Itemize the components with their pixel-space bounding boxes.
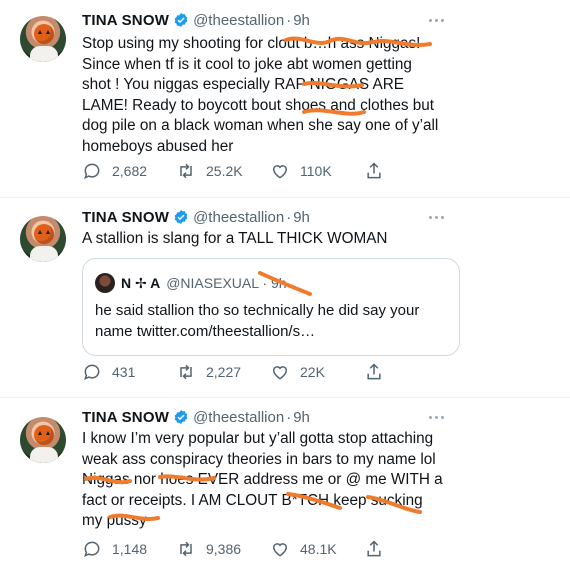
timestamp[interactable]: 9h — [293, 209, 310, 226]
reply-button[interactable]: 1,148 — [82, 537, 147, 561]
timestamp[interactable]: 9h — [293, 12, 310, 29]
more-icon[interactable] — [426, 207, 446, 227]
tweet-text: A stallion is slang for a TALL THICK WOM… — [82, 230, 388, 247]
retweet-button[interactable]: 9,386 — [176, 537, 241, 561]
avatar[interactable] — [20, 216, 66, 262]
avatar[interactable] — [20, 417, 66, 463]
more-icon[interactable] — [426, 10, 446, 30]
timestamp[interactable]: 9h — [293, 409, 310, 426]
separator-dot: · — [286, 11, 292, 29]
action-bar: 2,682 25.2K 110K — [82, 159, 402, 183]
share-button[interactable] — [364, 537, 394, 561]
reply-button[interactable]: 2,682 — [82, 159, 147, 183]
author-name[interactable]: TINA SNOW — [82, 209, 169, 226]
action-bar: 431 2,227 22K — [82, 360, 402, 384]
like-count: 110K — [300, 163, 332, 179]
verified-badge-icon — [174, 410, 188, 424]
reply-icon — [84, 163, 100, 180]
share-icon — [367, 363, 381, 380]
tweet-header: TINA SNOW @theestallion · 9h — [82, 406, 310, 428]
like-count: 48.1K — [300, 541, 337, 557]
quoted-avatar — [95, 273, 115, 293]
like-button[interactable]: 48.1K — [270, 537, 337, 561]
share-button[interactable] — [364, 360, 394, 384]
separator-dot: · — [286, 208, 292, 226]
share-icon — [367, 540, 381, 557]
retweet-icon — [180, 163, 192, 179]
verified-badge-icon — [174, 13, 188, 27]
tweet-header: TINA SNOW @theestallion · 9h — [82, 206, 310, 228]
reply-count: 1,148 — [112, 541, 148, 557]
retweet-icon — [180, 364, 192, 380]
more-icon[interactable] — [426, 407, 446, 427]
divider — [0, 397, 570, 398]
author-handle[interactable]: @theestallion — [193, 409, 284, 426]
action-bar: 1,148 9,386 48.1K — [82, 537, 402, 561]
retweet-button[interactable]: 2,227 — [176, 360, 241, 384]
tweet-text: Stop using my shooting for clout b…h ass… — [82, 35, 439, 155]
like-count: 22K — [300, 364, 325, 380]
retweet-button[interactable]: 25.2K — [176, 159, 243, 183]
like-icon — [272, 165, 288, 179]
share-icon — [367, 162, 381, 179]
verified-badge-icon — [174, 210, 188, 224]
reply-count: 2,682 — [112, 163, 148, 179]
reply-icon — [84, 541, 100, 558]
tweet-text: I know I’m very popular but y’all gotta … — [82, 430, 443, 529]
quoted-tweet[interactable]: N ✢ A @NIASEXUAL · 9h he said stallion t… — [82, 258, 460, 356]
quoted-author-name: N ✢ A — [121, 274, 161, 291]
author-name[interactable]: TINA SNOW — [82, 12, 169, 29]
separator-dot: · — [286, 408, 292, 426]
retweet-count: 25.2K — [206, 163, 243, 179]
reply-icon — [84, 364, 100, 381]
quoted-author-handle: @NIASEXUAL · 9h — [166, 275, 287, 291]
like-button[interactable]: 22K — [270, 360, 325, 384]
like-icon — [272, 366, 288, 380]
author-handle[interactable]: @theestallion — [193, 209, 284, 226]
reply-button[interactable]: 431 — [82, 360, 135, 384]
reply-count: 431 — [112, 364, 136, 380]
quoted-tweet-header: N ✢ A @NIASEXUAL · 9h — [95, 273, 287, 293]
retweet-count: 9,386 — [206, 541, 242, 557]
divider — [0, 197, 570, 198]
retweet-count: 2,227 — [206, 364, 242, 380]
like-icon — [272, 543, 288, 557]
author-name[interactable]: TINA SNOW — [82, 409, 169, 426]
share-button[interactable] — [364, 159, 394, 183]
quoted-tweet-text: he said stallion tho so technically he d… — [95, 302, 420, 340]
author-handle[interactable]: @theestallion — [193, 12, 284, 29]
avatar[interactable] — [20, 16, 66, 62]
retweet-icon — [180, 541, 192, 557]
like-button[interactable]: 110K — [270, 159, 332, 183]
tweet-header: TINA SNOW @theestallion · 9h — [82, 9, 310, 31]
